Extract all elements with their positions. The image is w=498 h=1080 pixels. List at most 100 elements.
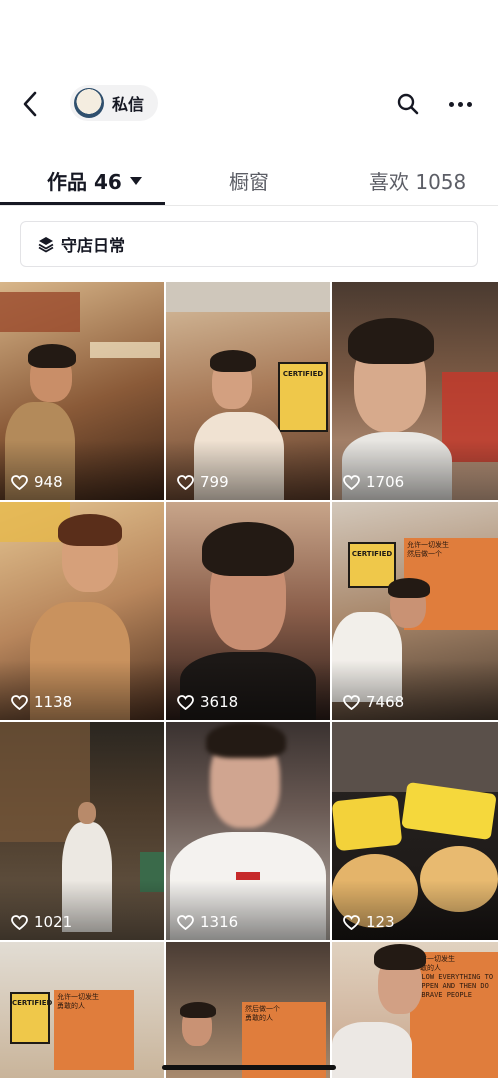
like-count-value: 1138	[34, 693, 73, 711]
like-count: 123	[343, 913, 395, 931]
video-thumbnail[interactable]: 允许一切发生 勇敢的人 ALLOW EVERYTHING TO HAPPEN A…	[332, 942, 498, 1078]
like-count: 1316	[177, 913, 238, 931]
person-head	[78, 802, 96, 824]
like-count: 7468	[343, 693, 404, 711]
like-count-value: 123	[366, 913, 395, 931]
thumbnail-shade	[166, 440, 330, 500]
thumbnail-shade	[332, 440, 498, 500]
tab-works-label: 作品 46	[47, 170, 122, 194]
more-button[interactable]	[442, 88, 478, 120]
person-hair	[58, 514, 122, 546]
mural-line: 然后做一个	[407, 550, 442, 558]
person-hair	[180, 1002, 216, 1018]
video-thumbnail[interactable]: 然后做一个 勇敢的人	[166, 942, 330, 1078]
grill-hood	[332, 722, 498, 792]
heart-icon	[177, 474, 194, 490]
like-count: 1021	[11, 913, 72, 931]
back-button[interactable]	[14, 88, 46, 120]
certified-sign: CERTIFIED	[348, 542, 396, 588]
active-tab-indicator	[0, 202, 165, 205]
like-count-value: 1706	[366, 473, 405, 491]
like-count-value: 1316	[200, 913, 239, 931]
certified-sign: CERTIFIED	[278, 362, 328, 432]
certified-sign-text: CERTIFIED	[12, 999, 53, 1007]
ceiling-light	[90, 342, 160, 358]
heart-icon	[343, 694, 360, 710]
mural-line: 勇敢的人	[413, 964, 441, 972]
video-thumbnail[interactable]: CERTIFIED 799	[166, 282, 330, 500]
like-count-value: 948	[34, 473, 63, 491]
certified-sign-text: CERTIFIED	[282, 370, 324, 378]
person-hair	[210, 350, 256, 372]
faded-top-bar	[0, 0, 498, 70]
direct-message-button[interactable]: 私信	[70, 85, 159, 121]
profile-header: 私信	[0, 72, 498, 136]
video-thumbnail[interactable]: 948	[0, 282, 164, 500]
person-hair	[388, 578, 430, 598]
mural-sign: 允许一切发生 勇敢的人 ALLOW EVERYTHING TO HAPPEN A…	[410, 952, 498, 1078]
thumbnail-shade	[166, 660, 330, 720]
layers-icon	[38, 237, 54, 253]
video-thumbnail[interactable]: 1316	[166, 722, 330, 940]
like-count: 1138	[11, 693, 72, 711]
thumbnail-shade	[0, 440, 164, 500]
like-count-value: 1021	[34, 913, 73, 931]
person-body	[332, 1022, 412, 1078]
search-button[interactable]	[392, 88, 424, 120]
wall-poster	[0, 292, 80, 332]
back-icon	[23, 91, 37, 117]
person-hair	[206, 722, 286, 758]
mural-sign: 允许一切发生 勇敢的人	[54, 990, 134, 1070]
certified-sign-text: CERTIFIED	[351, 550, 393, 558]
heart-icon	[177, 914, 194, 930]
heart-icon	[11, 694, 28, 710]
mural-line: 勇敢的人	[245, 1014, 273, 1022]
tab-likes[interactable]: 喜欢 1058	[369, 166, 466, 195]
heart-icon	[177, 694, 194, 710]
more-icon-dot	[466, 101, 472, 107]
video-thumbnail[interactable]: 1706	[332, 282, 498, 500]
cheese-slice	[332, 794, 403, 852]
thumbnail-shade	[0, 880, 164, 940]
like-count: 1706	[343, 473, 404, 491]
like-count: 799	[177, 473, 229, 491]
avatar	[74, 88, 104, 118]
tab-shop-label: 橱窗	[229, 170, 269, 194]
like-count-value: 7468	[366, 693, 405, 711]
direct-message-label: 私信	[112, 95, 145, 114]
mural-english: ALLOW EVERYTHING TO HAPPEN AND THEN DO A…	[413, 973, 494, 999]
thumbnail-shade	[166, 880, 330, 940]
ceiling	[166, 282, 330, 312]
video-grid: 948 CERTIFIED 799 1706 1138 3618 CERTIFI…	[0, 282, 498, 1078]
video-thumbnail[interactable]: 3618	[166, 502, 330, 720]
video-thumbnail[interactable]: CERTIFIED 允许一切发生 勇敢的人	[0, 942, 164, 1078]
person-hair	[202, 522, 294, 576]
mural-line: 然后做一个	[245, 1005, 280, 1013]
hoodie-logo	[236, 872, 260, 880]
video-thumbnail[interactable]: 1138	[0, 502, 164, 720]
like-count-value: 3618	[200, 693, 239, 711]
person-hair	[348, 318, 434, 364]
like-count-value: 799	[200, 473, 229, 491]
mural-line: 勇敢的人	[57, 1002, 85, 1010]
certified-sign: CERTIFIED	[10, 992, 53, 1044]
person-hair	[28, 344, 76, 368]
more-icon-dot	[457, 101, 463, 107]
video-thumbnail[interactable]: 1021	[0, 722, 164, 940]
heart-icon	[343, 474, 360, 490]
like-count: 3618	[177, 693, 238, 711]
tab-works[interactable]: 作品 46	[47, 166, 142, 195]
thumbnail-shade	[0, 660, 164, 720]
search-icon	[397, 93, 419, 115]
video-thumbnail[interactable]: 123	[332, 722, 498, 940]
tab-shop[interactable]: 橱窗	[229, 166, 269, 195]
heart-icon	[343, 914, 360, 930]
video-thumbnail[interactable]: CERTIFIED 允许一切发生 然后做一个 7468	[332, 502, 498, 720]
mural-line: 允许一切发生	[407, 541, 449, 549]
collection-chip[interactable]: 守店日常	[20, 221, 478, 267]
home-indicator[interactable]	[162, 1065, 336, 1070]
tab-likes-label: 喜欢 1058	[369, 170, 467, 194]
thumbnail-shade	[332, 880, 498, 940]
mural-line: 允许一切发生	[57, 993, 99, 1001]
profile-tabs: 作品 46 橱窗 喜欢 1058	[0, 156, 498, 206]
